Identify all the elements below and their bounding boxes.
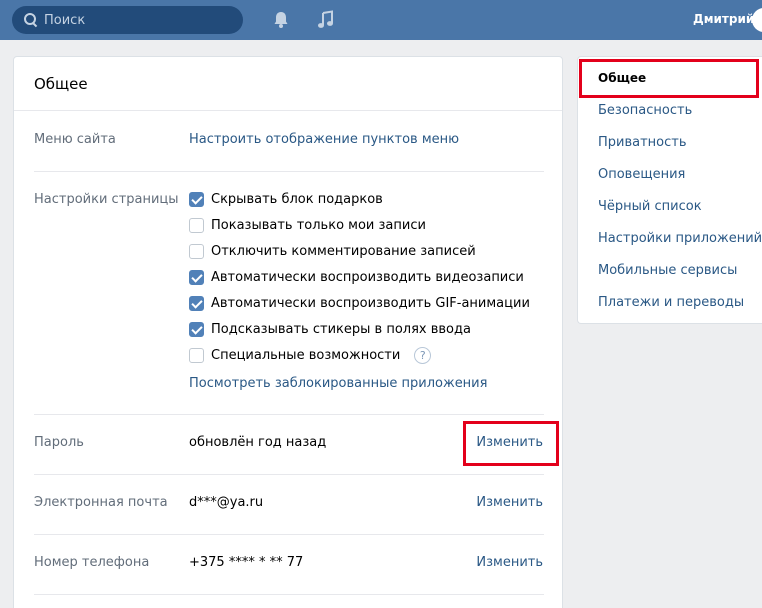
search-placeholder: Поиск [44, 12, 86, 28]
search-input[interactable]: Поиск [12, 6, 243, 34]
option-label: Автоматически воспроизводить видеозаписи [211, 269, 524, 285]
user-name[interactable]: Дмитрий [693, 12, 754, 26]
top-bar: Поиск Дмитрий [0, 0, 762, 40]
blocked-apps-link[interactable]: Посмотреть заблокированные приложения [189, 376, 487, 391]
option-label: Показывать только мои записи [211, 217, 426, 233]
option-autoplay-gif[interactable]: Автоматически воспроизводить GIF-анимаци… [189, 294, 530, 312]
search-icon [22, 12, 38, 28]
sidebar-item-security[interactable]: Безопасность [598, 103, 692, 118]
site-menu-label: Меню сайта [34, 132, 116, 147]
option-label: Автоматически воспроизводить GIF-анимаци… [211, 295, 530, 311]
sidebar-item-app-settings[interactable]: Настройки приложений [598, 231, 762, 246]
checkbox[interactable] [189, 191, 204, 207]
phone-value: +375 **** * ** 77 [189, 555, 304, 570]
divider [34, 534, 544, 535]
divider [34, 474, 544, 475]
checkbox[interactable] [189, 321, 204, 337]
option-sticker-hints[interactable]: Подсказывать стикеры в полях ввода [189, 320, 471, 338]
bell-icon[interactable] [271, 10, 291, 30]
option-disable-comments[interactable]: Отключить комментирование записей [189, 242, 476, 260]
divider [34, 594, 544, 595]
option-autoplay-video[interactable]: Автоматически воспроизводить видеозаписи [189, 268, 524, 286]
music-icon[interactable] [316, 10, 336, 30]
option-label: Скрывать блок подарков [211, 191, 383, 207]
option-hide-gifts[interactable]: Скрывать блок подарков [189, 190, 383, 208]
option-label: Подсказывать стикеры в полях ввода [211, 321, 471, 337]
option-label: Отключить комментирование записей [211, 243, 476, 259]
option-accessibility[interactable]: Специальные возможности ? [189, 346, 432, 364]
checkbox[interactable] [189, 347, 204, 363]
divider [34, 171, 544, 172]
page-title: Общее [14, 57, 562, 111]
password-label: Пароль [34, 435, 84, 450]
checkbox[interactable] [189, 295, 204, 311]
help-icon[interactable]: ? [414, 346, 432, 364]
highlight-box [579, 59, 759, 98]
option-only-my-posts[interactable]: Показывать только мои записи [189, 216, 426, 234]
email-label: Электронная почта [34, 495, 168, 510]
password-value: обновлён год назад [189, 435, 327, 450]
checkbox[interactable] [189, 217, 204, 233]
option-label: Специальные возможности [211, 347, 401, 363]
change-phone-button[interactable]: Изменить [476, 555, 543, 570]
sidebar-item-mobile-services[interactable]: Мобильные сервисы [598, 263, 737, 278]
divider [34, 414, 544, 415]
configure-menu-link[interactable]: Настроить отображение пунктов меню [189, 132, 459, 147]
email-value: d***@ya.ru [189, 495, 264, 510]
settings-panel: Общее Меню сайта Настроить отображение п… [13, 56, 563, 608]
sidebar-item-blacklist[interactable]: Чёрный список [598, 199, 702, 214]
checkbox[interactable] [189, 269, 204, 285]
checkbox[interactable] [189, 243, 204, 259]
highlight-box [463, 421, 559, 466]
sidebar-item-notifications[interactable]: Оповещения [598, 167, 685, 182]
page-settings-label: Настройки страницы [34, 192, 179, 207]
sidebar-item-privacy[interactable]: Приватность [598, 135, 687, 150]
sidebar-item-payments[interactable]: Платежи и переводы [598, 295, 744, 310]
phone-label: Номер телефона [34, 555, 150, 570]
change-email-button[interactable]: Изменить [476, 495, 543, 510]
